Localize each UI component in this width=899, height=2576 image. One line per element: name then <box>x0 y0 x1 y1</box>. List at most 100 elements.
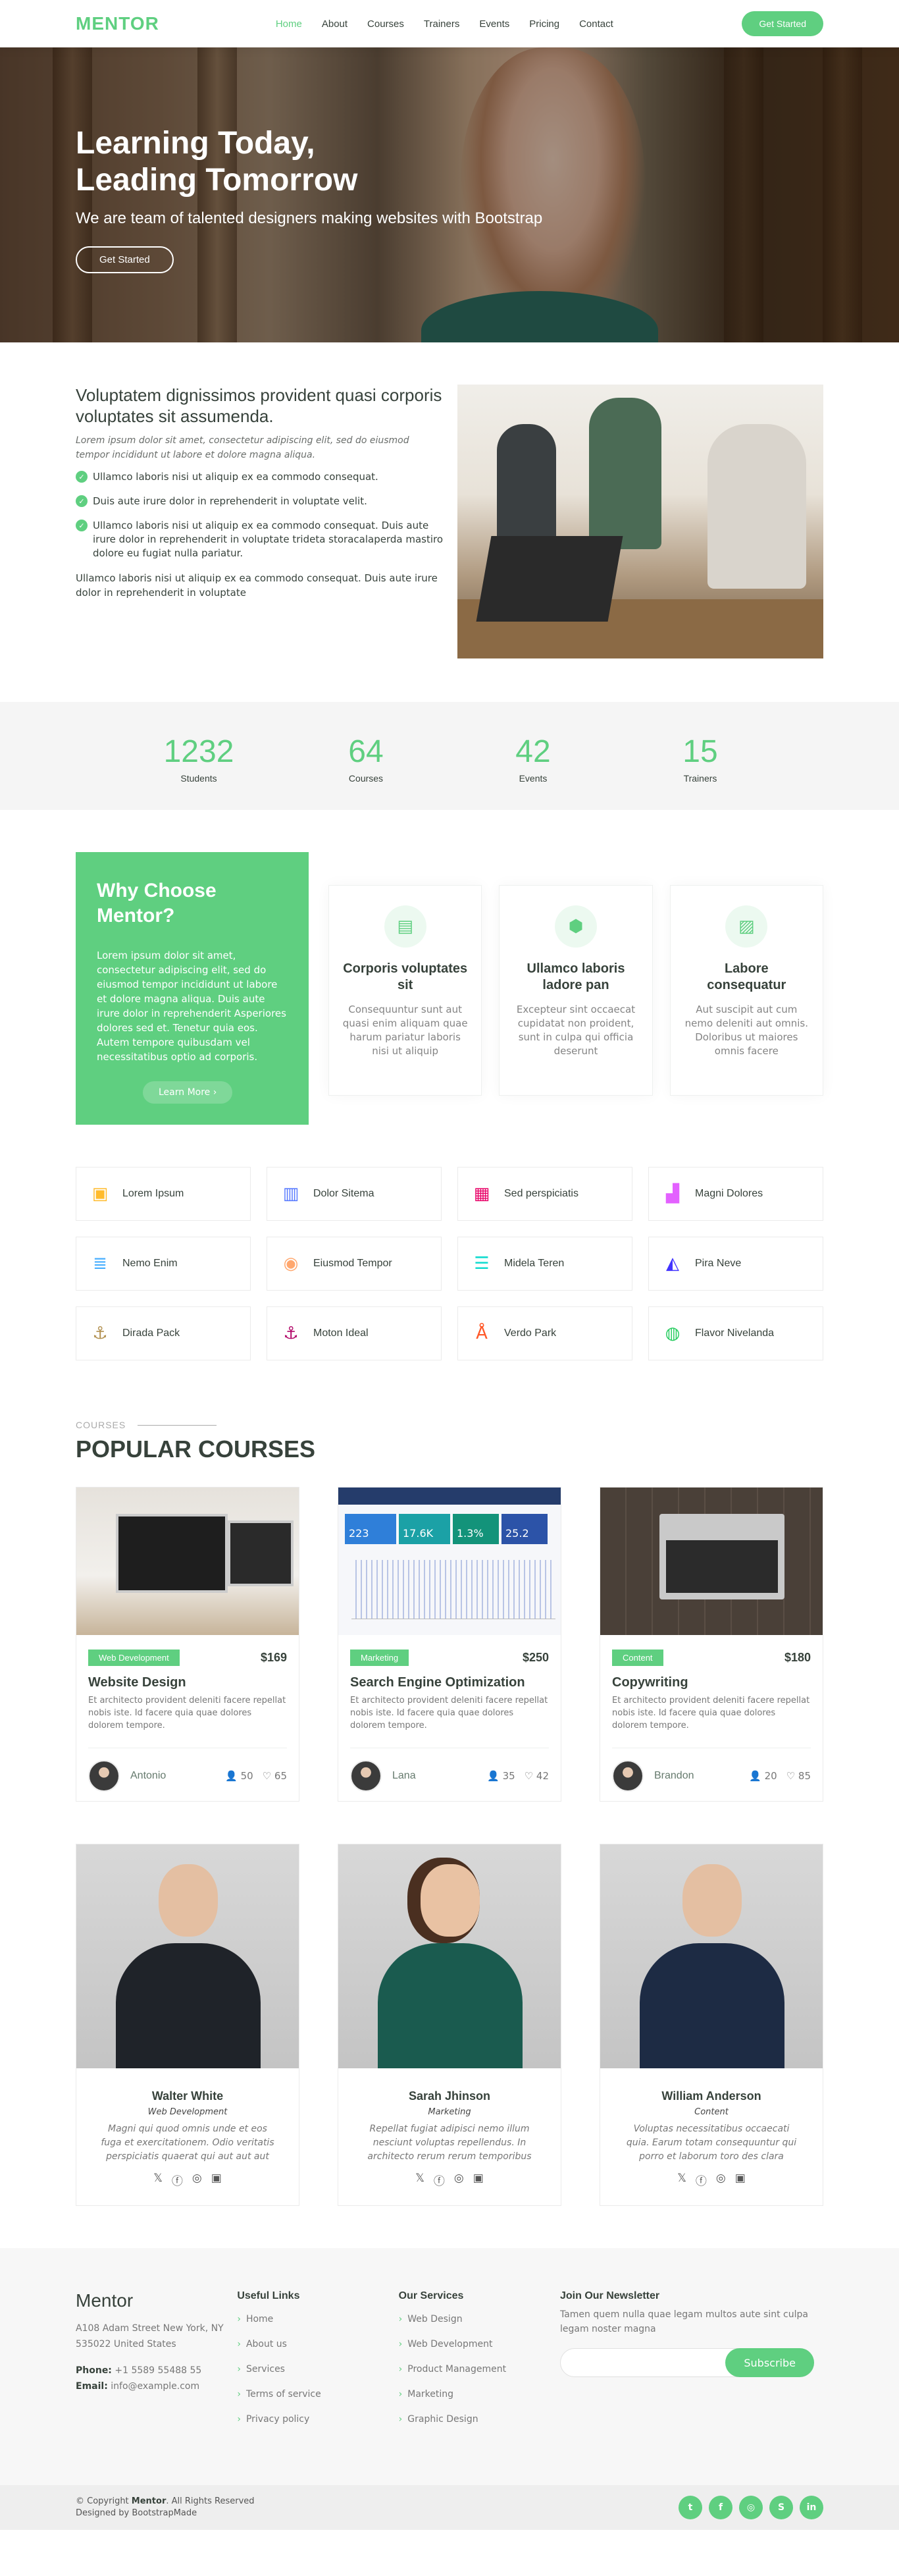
chevron-right-icon: › <box>398 2364 403 2375</box>
get-started-button[interactable]: Get Started <box>742 11 823 36</box>
copyright: © Copyright Mentor. All Rights Reserved … <box>76 2496 255 2518</box>
trainer-name: Walter White <box>151 2089 224 2103</box>
feature-item[interactable]: Å Verdo Park <box>457 1306 632 1360</box>
feature-item[interactable]: ◉ Eiusmod Tempor <box>267 1237 442 1291</box>
nav-events[interactable]: Events <box>469 18 519 30</box>
user-icon: 👤 <box>225 1770 238 1782</box>
linkedin-icon[interactable]: ▣ <box>735 2172 746 2188</box>
hero-subtitle: We are team of talented designers making… <box>76 209 543 227</box>
students-count: 👤 20 <box>749 1770 777 1782</box>
feature-item[interactable]: ◭ Pira Neve <box>648 1237 823 1291</box>
chevron-right-icon: › <box>237 2314 241 2324</box>
linkedin-icon[interactable]: ▣ <box>211 2172 222 2188</box>
hero-get-started-button[interactable]: Get Started <box>76 246 174 273</box>
feature-item[interactable]: ▣ Lorem Ipsum <box>76 1167 251 1221</box>
chevron-right-icon: › <box>398 2339 403 2349</box>
instagram-icon[interactable]: ◎ <box>454 2172 464 2188</box>
about-tail: Ullamco laboris nisi ut aliquip ex ea co… <box>76 572 438 599</box>
course-category[interactable]: Marketing <box>350 1650 409 1666</box>
course-card[interactable]: Content $180 Copywriting Et architecto pr… <box>600 1487 823 1802</box>
chevron-right-icon: › <box>237 2414 241 2425</box>
chevron-right-icon: › <box>237 2339 241 2349</box>
courses-section: Courses Popular Courses Web Development $… <box>0 1420 899 1844</box>
footer-link[interactable]: › About us <box>237 2339 398 2349</box>
likes-count: ♡ 42 <box>524 1770 549 1782</box>
course-title[interactable]: Search Engine Optimization <box>350 1675 549 1690</box>
check-circle-icon: ✓ <box>76 520 88 531</box>
footer-link[interactable]: › Graphic Design <box>399 2414 560 2425</box>
footer-bottom: © Copyright Mentor. All Rights Reserved … <box>0 2485 899 2530</box>
trainer-name: Brandon <box>654 1770 694 1781</box>
twitter-icon[interactable]: 𝕏 <box>153 2172 163 2188</box>
facebook-icon[interactable]: ⓕ <box>434 2172 445 2188</box>
footer-social: t f ◎ S in <box>679 2496 823 2519</box>
footer-link[interactable]: › Privacy policy <box>237 2414 398 2425</box>
nav-home[interactable]: Home <box>266 18 312 30</box>
footer-link[interactable]: › Web Development <box>399 2339 560 2349</box>
footer-link[interactable]: › Product Management <box>399 2364 560 2375</box>
feature-item[interactable]: ▥ Dolor Sitema <box>267 1167 442 1221</box>
section-heading: Popular Courses <box>76 1436 316 1462</box>
footer-link[interactable]: › Terms of service <box>237 2389 398 2400</box>
nav-courses[interactable]: Courses <box>357 18 414 30</box>
twitter-icon[interactable]: 𝕏 <box>415 2172 424 2188</box>
instagram-icon[interactable]: ◎ <box>716 2172 726 2188</box>
skype-icon[interactable]: S <box>769 2496 793 2519</box>
course-category[interactable]: Content <box>612 1650 663 1666</box>
site-header: MENTOR Home About Courses Trainers Event… <box>0 0 899 47</box>
feature-item[interactable]: ⚓ Dirada Pack <box>76 1306 251 1360</box>
nav-contact[interactable]: Contact <box>569 18 623 30</box>
nav-pricing[interactable]: Pricing <box>519 18 569 30</box>
trainer-bio: Voluptas necessitatibus occaecati quia. … <box>626 2124 797 2162</box>
course-category[interactable]: Web Development <box>88 1650 180 1666</box>
instagram-icon[interactable]: ◎ <box>192 2172 202 2188</box>
heart-icon: ♡ <box>262 1770 272 1782</box>
course-desc: Et architecto provident deleniti facere … <box>88 1696 286 1731</box>
footer-link[interactable]: › Marketing <box>399 2389 560 2400</box>
trainer-name: Antonio <box>130 1770 167 1781</box>
cube-icon: ⬢ <box>554 905 597 948</box>
feature-item[interactable]: ☰ Midela Teren <box>457 1237 632 1291</box>
feature-item[interactable]: ◍ Flavor Nivelanda <box>648 1306 823 1360</box>
course-card[interactable]: 223 17.6K 1.3% 25.2 Marketing $250 Search… <box>338 1487 561 1802</box>
footer-link[interactable]: › Web Design <box>399 2314 560 2324</box>
footer-link[interactable]: › Services <box>237 2364 398 2375</box>
trainer-grid: Walter White Web Development Magni qui q… <box>76 1844 823 2206</box>
icon-boxes: ▤ Corporis voluptates sit Consequuntur s… <box>328 852 823 1125</box>
chevron-right-icon: › <box>398 2389 403 2400</box>
image-icon: ▨ <box>725 905 768 948</box>
feature-item[interactable]: ▦ Sed perspiciatis <box>457 1167 632 1221</box>
newsletter-email-input[interactable] <box>571 2357 726 2368</box>
learn-more-button[interactable]: Learn More › <box>143 1081 233 1104</box>
subscribe-button[interactable]: Subscribe <box>725 2348 814 2377</box>
nav-trainers[interactable]: Trainers <box>414 18 469 30</box>
linkedin-icon[interactable]: in <box>800 2496 823 2519</box>
course-card[interactable]: Web Development $169 Website Design Et ar… <box>76 1487 299 1802</box>
feature-item[interactable]: ▟ Magni Dolores <box>648 1167 823 1221</box>
twitter-icon[interactable]: t <box>679 2496 702 2519</box>
trainers-section: Walter White Web Development Magni qui q… <box>0 1844 899 2248</box>
feature-item[interactable]: ⚓ Moton Ideal <box>267 1306 442 1360</box>
course-title[interactable]: Copywriting <box>612 1675 811 1690</box>
count-courses: 64 Courses <box>348 734 384 784</box>
site-logo[interactable]: MENTOR <box>76 13 159 34</box>
facebook-icon[interactable]: ⓕ <box>696 2172 707 2188</box>
why-us-section: Why Choose Mentor? Lorem ipsum dolor sit… <box>0 810 899 1167</box>
footer-contact: Mentor A108 Adam Street New York, NY 5350… <box>76 2290 237 2439</box>
footer-link[interactable]: › Home <box>237 2314 398 2324</box>
course-grid: Web Development $169 Website Design Et ar… <box>76 1487 823 1802</box>
feature-item[interactable]: ≣ Nemo Enim <box>76 1237 251 1291</box>
icon-box-text: Aut suscipit aut cum nemo deleniti aut o… <box>684 1004 808 1057</box>
site-footer: Mentor A108 Adam Street New York, NY 5350… <box>0 2248 899 2485</box>
instagram-icon[interactable]: ◎ <box>739 2496 763 2519</box>
course-title[interactable]: Website Design <box>88 1675 287 1690</box>
nav-about[interactable]: About <box>312 18 357 30</box>
linkedin-icon[interactable]: ▣ <box>473 2172 484 2188</box>
heart-icon: ♡ <box>524 1770 534 1782</box>
facebook-icon[interactable]: f <box>709 2496 732 2519</box>
facebook-icon[interactable]: ⓕ <box>172 2172 183 2188</box>
hero-section: Learning Today, Leading Tomorrow We are t… <box>0 47 899 342</box>
about-heading: Voluptatem dignissimos provident quasi c… <box>76 385 442 426</box>
twitter-icon[interactable]: 𝕏 <box>677 2172 686 2188</box>
why-title: Why Choose Mentor? <box>97 880 217 926</box>
